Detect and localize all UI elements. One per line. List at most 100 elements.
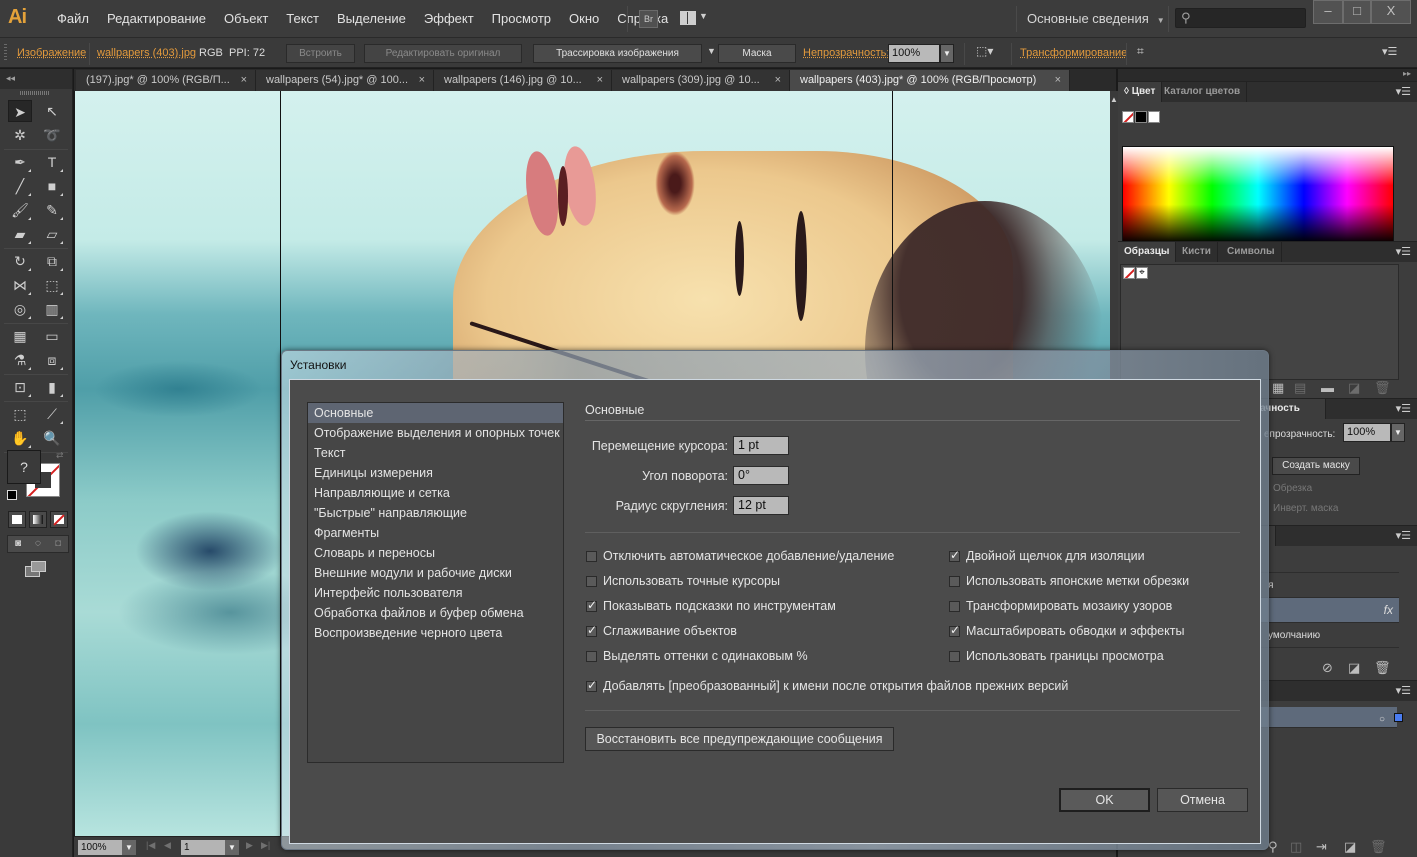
close-tab-icon[interactable]: × <box>241 70 247 91</box>
registration-swatch-icon[interactable]: ⌖ <box>1136 267 1148 279</box>
category-user-interface[interactable]: Интерфейс пользователя <box>308 583 563 603</box>
checkbox-box[interactable] <box>949 600 960 612</box>
delete-swatch-icon[interactable]: 🗑 <box>1374 380 1391 396</box>
tools-grip[interactable] <box>20 91 50 95</box>
panel-menu-icon[interactable]: ▾☰ <box>1396 402 1411 415</box>
category-appearance-of-black[interactable]: Воспроизведение черного цвета <box>308 623 563 643</box>
panel-menu-icon[interactable]: ▾☰ <box>1396 529 1411 542</box>
panel-menu-icon[interactable]: ▾☰ <box>1396 684 1411 697</box>
swatch-options-icon[interactable]: ▤ <box>1294 380 1306 396</box>
selection-tool-icon[interactable]: ➤ <box>8 100 32 122</box>
tab-symbols[interactable]: Символы <box>1221 242 1282 262</box>
ok-button[interactable]: OK <box>1059 788 1150 812</box>
new-sublayer-icon[interactable]: ⇥ <box>1316 839 1327 855</box>
search-input[interactable]: ⚲ <box>1175 8 1306 28</box>
reset-warnings-button[interactable]: Восстановить все предупреждающие сообщен… <box>585 727 894 751</box>
fill-swatch[interactable]: ? <box>7 450 41 484</box>
checkbox-box[interactable] <box>586 623 597 637</box>
duplicate-item-icon[interactable]: ◪ <box>1348 660 1360 676</box>
checkbox-japanese-crop-marks[interactable]: Использовать японские метки обрезки <box>949 574 1189 588</box>
pencil-tool-icon[interactable]: ✎ <box>40 199 64 221</box>
gradient-button[interactable] <box>29 511 47 528</box>
corner-radius-input[interactable]: 12 pt <box>733 496 789 515</box>
first-artboard-icon[interactable]: |◀ <box>146 840 155 851</box>
target-circle-icon[interactable]: ○ <box>1379 707 1385 732</box>
keyboard-increment-input[interactable]: 1 pt <box>733 436 789 455</box>
category-slices[interactable]: Фрагменты <box>308 523 563 543</box>
screen-mode-icon[interactable] <box>25 561 46 577</box>
doc-tab-active[interactable]: wallpapers (403).jpg* @ 100% (RGB/Просмо… <box>790 70 1070 91</box>
expand-panels-icon[interactable]: ▸▸ <box>1118 69 1417 81</box>
zoom-tool-icon[interactable]: 🔍 <box>40 427 64 449</box>
opacity-link[interactable]: Непрозрачность: <box>803 47 889 59</box>
none-swatch[interactable] <box>1123 267 1135 279</box>
doc-tab[interactable]: wallpapers (146).jpg @ 10... × <box>434 70 612 91</box>
hand-tool-icon[interactable]: ✋ <box>8 427 32 449</box>
checkbox-transform-pattern-tiles[interactable]: Трансформировать мозаику узоров <box>949 599 1172 613</box>
file-name-link[interactable]: wallpapers (403).jpg <box>97 47 196 59</box>
menu-effect[interactable]: Эффект <box>415 11 483 26</box>
swap-fill-stroke-icon[interactable]: ⇄ <box>56 450 64 461</box>
close-window-button[interactable]: X <box>1371 0 1411 24</box>
shape-builder-tool-icon[interactable]: ◎ <box>8 298 32 320</box>
panel-menu-icon[interactable]: ▾☰ <box>1396 85 1411 98</box>
checkbox-box[interactable] <box>586 598 597 612</box>
checkbox-anti-aliased-artwork[interactable]: Сглаживание объектов <box>586 623 737 638</box>
checkbox-disable-auto-add-delete[interactable]: Отключить автоматическое добавление/удал… <box>586 549 894 563</box>
category-hyphenation[interactable]: Словарь и переносы <box>308 543 563 563</box>
prev-artboard-icon[interactable]: ◀ <box>164 840 171 851</box>
tab-brushes[interactable]: Кисти <box>1176 242 1218 262</box>
column-graph-tool-icon[interactable]: ▮ <box>40 376 64 398</box>
panel-menu-icon[interactable]: ▾☰ <box>1382 45 1397 58</box>
scale-tool-icon[interactable]: ⧉ <box>40 250 64 272</box>
bridge-button[interactable]: Br <box>639 10 658 28</box>
width-tool-icon[interactable]: ⋈ <box>8 274 32 296</box>
category-file-handling-clipboard[interactable]: Обработка файлов и буфер обмена <box>308 603 563 623</box>
menu-select[interactable]: Выделение <box>328 11 415 26</box>
mesh-tool-icon[interactable]: ▦ <box>8 325 32 347</box>
new-swatch-icon[interactable]: ◪ <box>1348 380 1360 396</box>
checkbox-box[interactable] <box>949 548 960 562</box>
line-tool-icon[interactable]: ╱ <box>8 175 32 197</box>
blend-tool-icon[interactable]: ⧈ <box>40 349 64 371</box>
next-artboard-icon[interactable]: ▶ <box>246 840 253 851</box>
draw-behind-icon[interactable]: ◌ <box>28 536 48 552</box>
invert-mask-checkbox[interactable]: Инверт. маска <box>1273 503 1338 514</box>
close-tab-icon[interactable]: × <box>419 70 425 91</box>
menu-window[interactable]: Окно <box>560 11 608 26</box>
opacity-input[interactable]: 100% <box>888 44 940 63</box>
rotate-tool-icon[interactable]: ↻ <box>8 250 32 272</box>
rectangle-tool-icon[interactable]: ■ <box>40 175 64 197</box>
artboard-number-input[interactable]: 1 <box>181 840 225 855</box>
checkbox-use-preview-bounds[interactable]: Использовать границы просмотра <box>949 649 1164 663</box>
white-swatch[interactable] <box>1148 111 1160 123</box>
menu-view[interactable]: Просмотр <box>483 11 560 26</box>
doc-tab[interactable]: (197).jpg* @ 100% (RGB/П... × <box>76 70 256 91</box>
close-tab-icon[interactable]: × <box>1055 70 1061 91</box>
clipping-mask-icon[interactable]: ◫ <box>1290 839 1302 855</box>
embed-button[interactable]: Встроить <box>286 44 355 63</box>
close-tab-icon[interactable]: × <box>597 70 603 91</box>
category-plugins-scratch-disks[interactable]: Внешние модули и рабочие диски <box>308 563 563 583</box>
color-button[interactable] <box>8 511 26 528</box>
menu-file[interactable]: Файл <box>48 11 98 26</box>
control-bar-grip[interactable] <box>4 44 7 62</box>
checkbox-select-same-tint[interactable]: Выделять оттенки с одинаковым % <box>586 649 808 663</box>
category-smart-guides[interactable]: "Быстрые" направляющие <box>308 503 563 523</box>
locate-object-icon[interactable]: ⚲ <box>1268 839 1278 855</box>
paintbrush-tool-icon[interactable]: 🖌 <box>8 199 32 221</box>
clear-appearance-icon[interactable]: ⊘ <box>1322 660 1333 676</box>
type-tool-icon[interactable]: T <box>40 151 64 173</box>
menu-type[interactable]: Текст <box>277 11 328 26</box>
panel-menu-icon[interactable]: ▾☰ <box>1396 245 1411 258</box>
category-guides-grid[interactable]: Направляющие и сетка <box>308 483 563 503</box>
default-fill-stroke-icon[interactable] <box>7 490 17 500</box>
fill-stroke-control[interactable]: ? ⇄ <box>6 450 66 504</box>
artboard-tool-icon[interactable]: ⬚ <box>8 403 32 425</box>
eraser-tool-icon[interactable]: ▱ <box>40 223 64 245</box>
opacity-dropdown-icon[interactable]: ▼ <box>940 44 954 63</box>
menu-object[interactable]: Объект <box>215 11 277 26</box>
clip-checkbox[interactable]: Обрезка <box>1273 483 1312 494</box>
doc-tab[interactable]: wallpapers (54).jpg* @ 100... × <box>256 70 434 91</box>
checkbox-append-converted[interactable]: Добавлять [преобразованный] к имени посл… <box>586 678 1068 693</box>
